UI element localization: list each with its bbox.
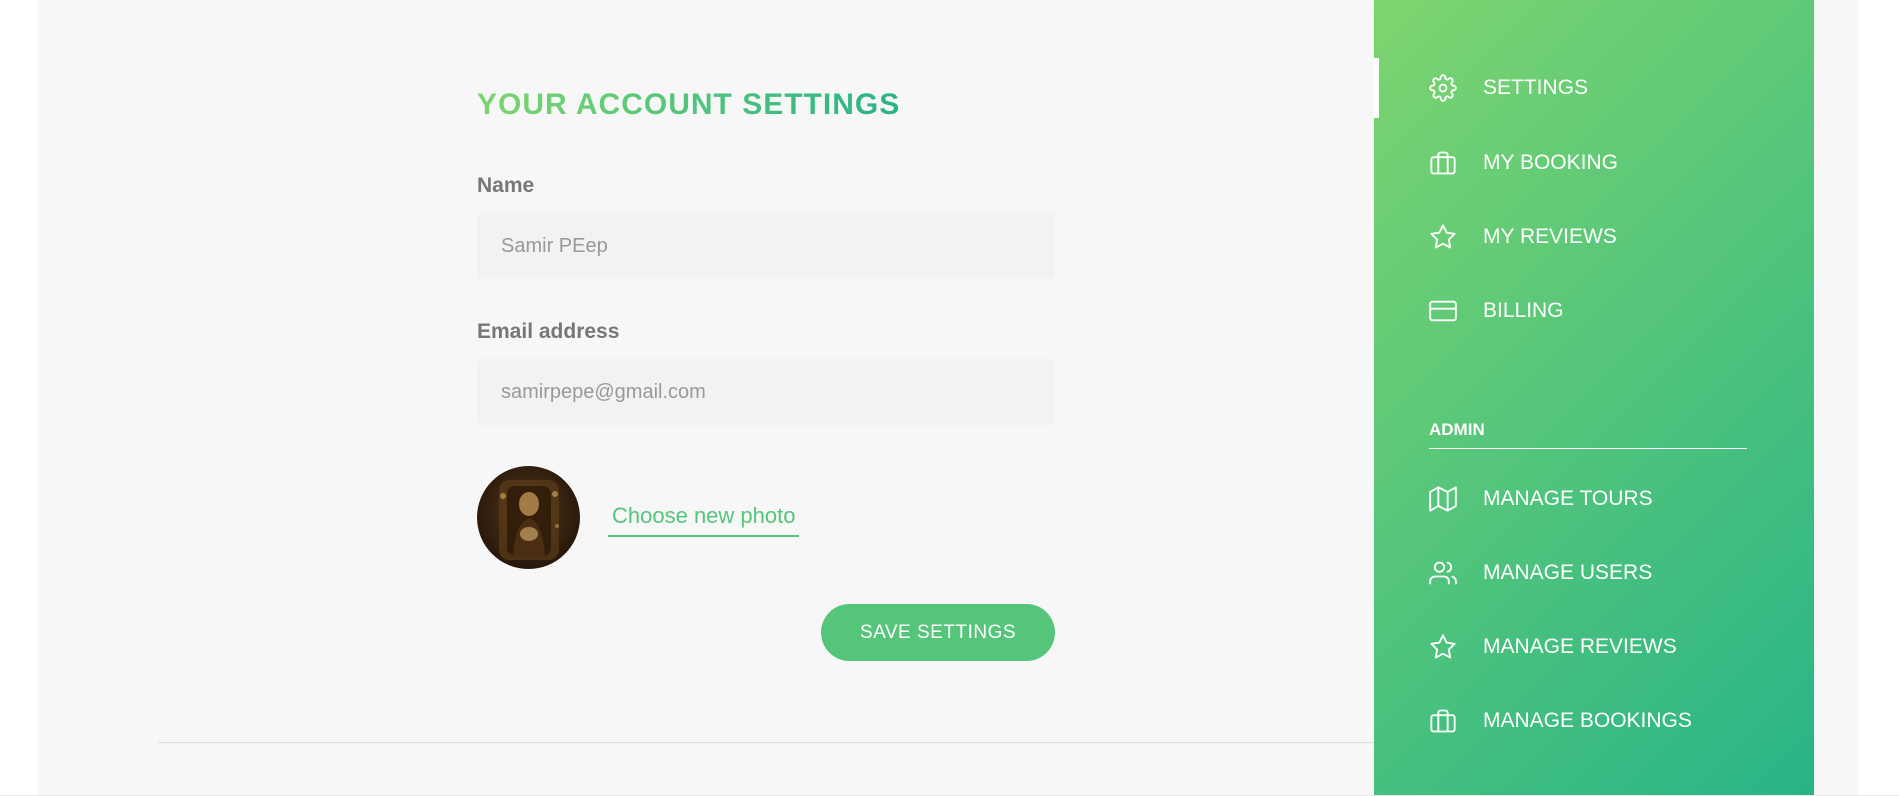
email-input[interactable] xyxy=(477,359,1055,425)
sidebar-item-billing[interactable]: Billing xyxy=(1429,291,1564,331)
briefcase-icon xyxy=(1429,149,1457,177)
star-icon xyxy=(1429,633,1457,661)
save-settings-button[interactable]: Save settings xyxy=(821,604,1055,661)
star-icon xyxy=(1429,223,1457,251)
email-label: Email address xyxy=(477,320,620,343)
sidebar-item-label: Manage tours xyxy=(1483,487,1653,510)
sidebar-item-manage-tours[interactable]: Manage tours xyxy=(1429,479,1653,519)
users-icon xyxy=(1429,559,1457,587)
credit-card-icon xyxy=(1429,297,1457,325)
sidebar-item-label: My reviews xyxy=(1483,225,1617,248)
settings-panel: Your account settings Name Email address… xyxy=(38,0,1858,795)
admin-heading: Admin xyxy=(1429,420,1747,449)
sidebar-item-my-reviews[interactable]: My reviews xyxy=(1429,217,1617,257)
user-avatar xyxy=(477,466,580,569)
sidebar-item-settings[interactable]: Settings xyxy=(1429,68,1588,108)
sidebar-item-manage-bookings[interactable]: Manage bookings xyxy=(1429,701,1692,741)
page-title: Your account settings xyxy=(477,88,901,121)
settings-icon xyxy=(1429,74,1457,102)
sidebar-item-label: Manage users xyxy=(1483,561,1653,584)
section-divider xyxy=(158,742,1374,743)
sidebar-item-label: My booking xyxy=(1483,151,1618,174)
sidebar-item-my-booking[interactable]: My booking xyxy=(1429,143,1618,183)
sidebar-item-label: Manage reviews xyxy=(1483,635,1677,658)
sidebar-item-label: Settings xyxy=(1483,76,1589,99)
choose-photo-link[interactable]: Choose new photo xyxy=(608,503,800,537)
sidebar-item-manage-reviews[interactable]: Manage reviews xyxy=(1429,627,1677,667)
map-icon xyxy=(1429,485,1457,513)
sidebar-item-label: Manage bookings xyxy=(1483,709,1692,732)
name-label: Name xyxy=(477,174,535,197)
active-item-marker xyxy=(1374,58,1379,118)
avatar-image xyxy=(499,480,559,560)
sidebar-nav: Settings My booking My reviews xyxy=(1374,0,1814,795)
sidebar-item-manage-users[interactable]: Manage users xyxy=(1429,553,1652,593)
name-input[interactable] xyxy=(477,213,1055,279)
briefcase-icon xyxy=(1429,707,1457,735)
sidebar-item-label: Billing xyxy=(1483,299,1564,322)
